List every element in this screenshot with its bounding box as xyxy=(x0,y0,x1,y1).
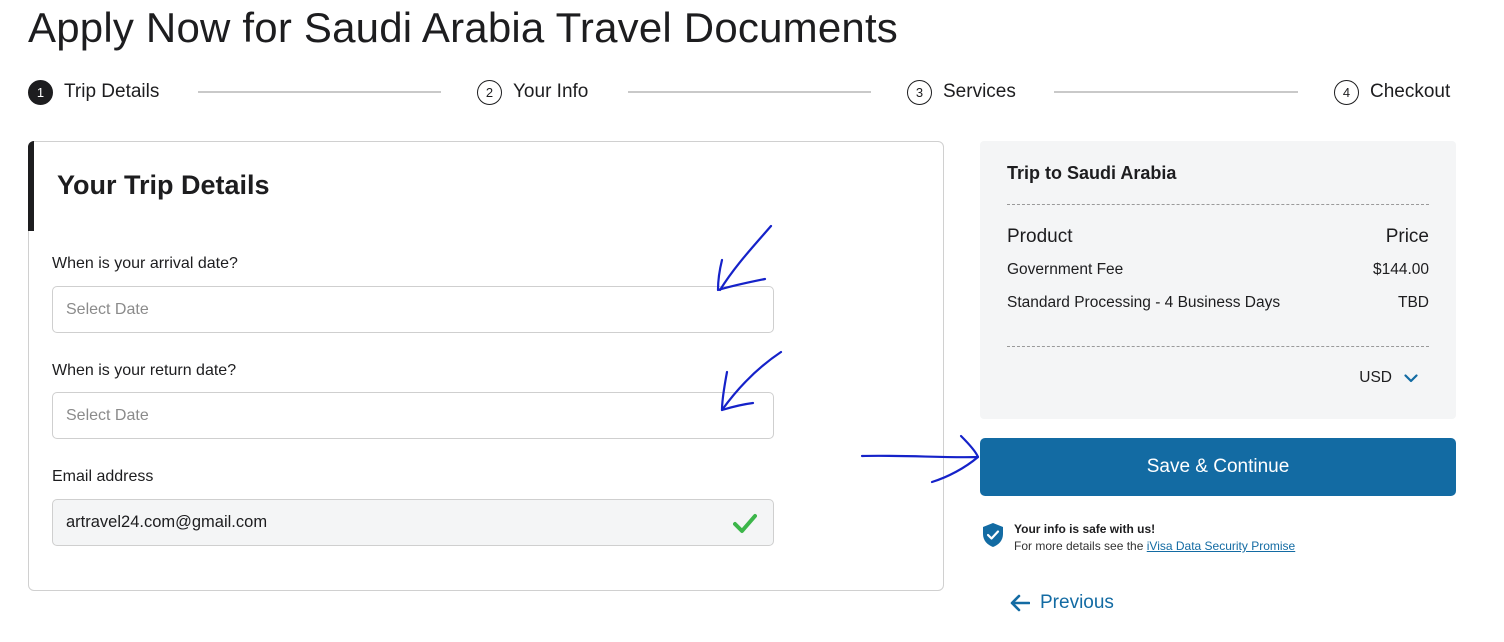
trip-details-card: Your Trip Details When is your arrival d… xyxy=(28,141,944,591)
step-number: 1 xyxy=(28,79,53,105)
return-date-input[interactable]: Select Date xyxy=(52,392,774,439)
security-notice: Your info is safe with us! For more deta… xyxy=(982,522,1295,553)
previous-button[interactable]: Previous xyxy=(1010,592,1114,614)
security-title: Your info is safe with us! xyxy=(1014,522,1156,536)
security-promise-link[interactable]: iVisa Data Security Promise xyxy=(1147,539,1296,553)
step-trip-details[interactable]: 1 Trip Details xyxy=(28,78,159,106)
card-accent-bar xyxy=(28,141,34,231)
email-label: Email address xyxy=(52,468,154,485)
step-connector xyxy=(198,91,441,93)
step-label: Services xyxy=(943,81,1016,102)
step-label: Trip Details xyxy=(64,81,160,102)
line-item-product: Government Fee xyxy=(1007,261,1124,278)
summary-header-row: Product Price xyxy=(1007,226,1429,248)
arrow-left-icon xyxy=(1010,594,1030,612)
line-item-price: TBD xyxy=(1398,294,1429,311)
step-connector xyxy=(628,91,871,93)
step-label: Your Info xyxy=(513,81,589,102)
step-your-info[interactable]: 2 Your Info xyxy=(477,78,588,106)
page-title: Apply Now for Saudi Arabia Travel Docume… xyxy=(28,4,899,51)
currency-selector[interactable]: USD xyxy=(1359,369,1418,387)
progress-stepper: 1 Trip Details 2 Your Info 3 Services 4 … xyxy=(28,78,1456,106)
step-connector xyxy=(1054,91,1298,93)
email-field[interactable]: artravel24.com@gmail.com xyxy=(52,499,774,546)
email-value: artravel24.com@gmail.com xyxy=(66,513,268,531)
step-number: 4 xyxy=(1334,79,1359,105)
step-number: 2 xyxy=(477,79,502,105)
chevron-down-icon xyxy=(1404,373,1418,382)
product-column-header: Product xyxy=(1007,226,1073,247)
return-date-placeholder: Select Date xyxy=(66,406,149,424)
currency-value: USD xyxy=(1359,369,1392,386)
shield-check-icon xyxy=(983,523,1003,547)
save-continue-button[interactable]: Save & Continue xyxy=(980,438,1456,496)
line-item-price: $144.00 xyxy=(1372,261,1429,278)
arrival-date-placeholder: Select Date xyxy=(66,300,149,318)
line-item-product: Standard Processing - 4 Business Days xyxy=(1007,294,1281,311)
arrival-date-label: When is your arrival date? xyxy=(52,255,238,272)
summary-line-item: Government Fee $144.00 xyxy=(1007,261,1429,279)
order-summary: Trip to Saudi Arabia Product Price Gover… xyxy=(980,141,1456,419)
step-label: Checkout xyxy=(1370,81,1451,102)
summary-line-item: Standard Processing - 4 Business Days TB… xyxy=(1007,294,1429,312)
step-number: 3 xyxy=(907,79,932,105)
check-icon xyxy=(733,514,757,533)
summary-divider xyxy=(1007,346,1429,347)
step-services[interactable]: 3 Services xyxy=(907,78,1016,106)
summary-title: Trip to Saudi Arabia xyxy=(1007,163,1177,183)
summary-divider xyxy=(1007,204,1429,205)
return-date-label: When is your return date? xyxy=(52,362,237,379)
security-text: For more details see the iVisa Data Secu… xyxy=(1014,539,1296,553)
card-title: Your Trip Details xyxy=(57,170,270,200)
previous-label: Previous xyxy=(1040,592,1114,613)
arrival-date-input[interactable]: Select Date xyxy=(52,286,774,333)
price-column-header: Price xyxy=(1385,226,1429,247)
step-checkout[interactable]: 4 Checkout xyxy=(1334,78,1450,106)
